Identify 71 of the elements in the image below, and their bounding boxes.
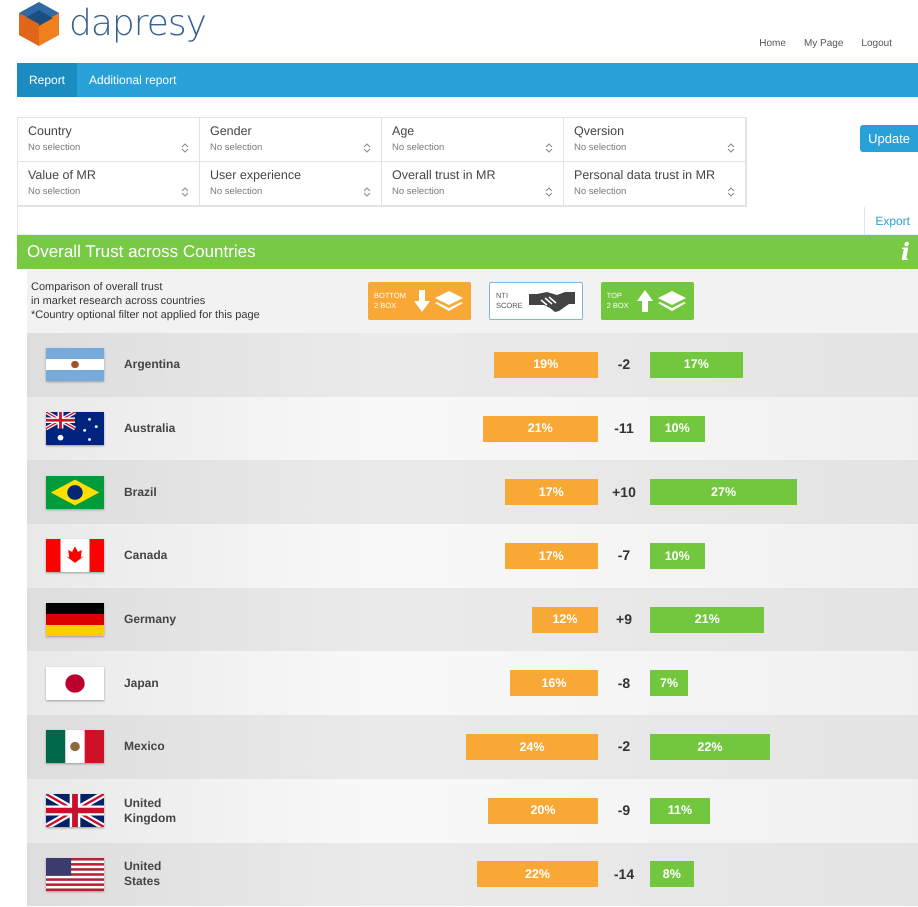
- flag-icon: [46, 730, 104, 764]
- bottom-box-bar: 17%: [504, 479, 598, 506]
- country-name: Mexico: [124, 739, 166, 754]
- country-name: United Kingdom: [124, 796, 177, 826]
- country-name: Australia: [124, 421, 176, 436]
- top-box-bar: 10%: [650, 542, 704, 569]
- filter-select[interactable]: Gender No selection: [200, 118, 382, 162]
- flag-icon: [46, 412, 104, 446]
- country-name: United States: [124, 859, 162, 890]
- logo-icon: [17, 0, 61, 48]
- brand-name: dapresy: [69, 6, 206, 42]
- country-name: Argentina: [124, 357, 182, 372]
- filter-select[interactable]: Country No selection: [18, 118, 200, 162]
- top-box-bar: 17%: [650, 352, 743, 378]
- description-line: *Country optional filter not applied for this page: [31, 308, 261, 322]
- panel-title: Overall Trust across Countries: [27, 241, 256, 264]
- top-box-bar: 8%: [650, 861, 694, 888]
- chevron-up-down-icon: [727, 142, 735, 154]
- filter-select[interactable]: Qversion No selection: [564, 118, 746, 162]
- country-name: Canada: [124, 548, 168, 564]
- chevron-up-down-icon: [181, 186, 189, 198]
- top-box-bar: 10%: [650, 416, 704, 442]
- nti-score: -8: [616, 674, 632, 693]
- description-line: Comparison of overall trust: [31, 280, 164, 294]
- flag-icon: [46, 858, 104, 891]
- chevron-up-down-icon: [363, 186, 371, 198]
- top-box-bar: 21%: [650, 606, 764, 633]
- chevron-up-down-icon: [363, 142, 371, 154]
- flag-icon: [46, 666, 104, 700]
- filter-select[interactable]: User experience No selection: [200, 162, 382, 206]
- bottom-box-bar: 22%: [477, 861, 598, 888]
- flag-icon: [46, 348, 104, 382]
- bottom-box-bar: 20%: [488, 798, 598, 824]
- filter-select[interactable]: Age No selection: [382, 118, 564, 162]
- bottom-box-bar: 21%: [482, 416, 598, 442]
- nti-score: -2: [616, 355, 632, 374]
- top-box-bar: 11%: [650, 798, 710, 824]
- nti-score: -9: [616, 801, 632, 820]
- nav-link[interactable]: Home: [759, 36, 786, 63]
- country-name: Germany: [124, 612, 178, 628]
- nti-score: -2: [616, 737, 632, 756]
- nav-link[interactable]: My Page: [804, 36, 844, 63]
- flag-icon: [46, 476, 104, 509]
- description-line: in market research across countries: [31, 294, 206, 308]
- bottom-box-bar: 19%: [494, 352, 598, 378]
- nti-score: -14: [612, 864, 636, 884]
- nti-score: +10: [611, 482, 637, 502]
- filter-select[interactable]: Overall trust in MR No selection: [382, 162, 564, 206]
- bottom-box-bar: 17%: [504, 542, 598, 569]
- chevron-up-down-icon: [727, 186, 735, 198]
- country-name: Brazil: [124, 484, 158, 500]
- nav-link[interactable]: Logout: [861, 36, 892, 63]
- chevron-up-down-icon: [545, 142, 553, 154]
- filter-select[interactable]: Personal data trust in MR No selection: [564, 162, 746, 206]
- nti-score: -11: [613, 419, 635, 438]
- bottom-box-bar: 24%: [466, 734, 598, 760]
- nti-score: -7: [616, 546, 632, 566]
- flag-icon: [46, 603, 104, 636]
- nti-score: +9: [615, 610, 633, 630]
- chevron-up-down-icon: [181, 142, 189, 154]
- top-box-bar: 22%: [650, 734, 770, 760]
- flag-icon: [46, 539, 104, 572]
- country-name: Japan: [124, 676, 160, 691]
- top-box-bar: 27%: [650, 479, 798, 506]
- flag-icon: [46, 794, 104, 828]
- top-box-bar: 7%: [650, 670, 688, 696]
- bottom-box-bar: 16%: [510, 670, 598, 696]
- bottom-box-bar: 12%: [532, 606, 598, 633]
- nav-tab[interactable]: Report: [17, 63, 78, 97]
- filter-select[interactable]: Value of MR No selection: [18, 162, 200, 206]
- chevron-up-down-icon: [545, 186, 553, 198]
